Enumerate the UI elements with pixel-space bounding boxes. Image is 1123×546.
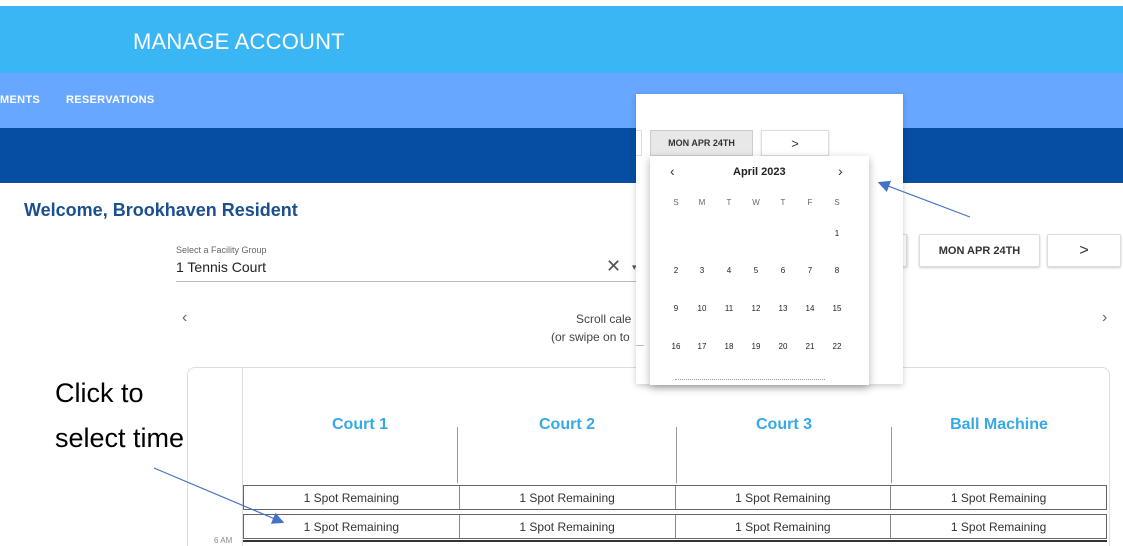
calendar-day[interactable]: 14 (800, 304, 820, 313)
time-label: 6 AM (214, 536, 233, 545)
calendar-day[interactable]: 17 (692, 342, 712, 351)
calendar-weekday-label: F (807, 198, 813, 207)
time-slot-cell[interactable]: 1 Spot Remaining (676, 486, 892, 509)
court-header-3: Court 3 (756, 416, 812, 433)
court-header-2: Court 2 (539, 416, 595, 433)
popup-next-button[interactable]: > (761, 130, 829, 156)
time-slot-cell[interactable]: 1 Spot Remaining (891, 515, 1106, 538)
calendar-day[interactable]: 13 (773, 304, 793, 313)
calendar-day[interactable]: 10 (692, 304, 712, 313)
popup-date-button[interactable]: MON APR 24TH (650, 130, 753, 156)
facility-select-underline (176, 281, 642, 282)
calendar-day[interactable]: 22 (827, 342, 847, 351)
next-date-button[interactable]: > (1047, 234, 1121, 267)
nav-bar: MENTS RESERVATIONS (0, 73, 1123, 128)
nav-item-payments[interactable]: MENTS (0, 94, 40, 106)
calendar-day[interactable]: 4 (719, 266, 739, 275)
nav-item-reservations[interactable]: RESERVATIONS (66, 94, 155, 106)
calendar-weekday-label: M (698, 198, 706, 207)
popup-prev-stub (636, 130, 642, 156)
annotation-text-line1: Click to (55, 378, 144, 408)
time-slot-cell[interactable]: 1 Spot Remaining (891, 486, 1106, 509)
calendar-weekday-label: S (673, 198, 679, 207)
calendar-day[interactable]: 19 (746, 342, 766, 351)
court-header-1: Court 1 (332, 416, 388, 433)
column-divider (676, 427, 677, 483)
scroll-left-icon[interactable]: ‹ (182, 309, 187, 327)
time-slot-cell[interactable]: 1 Spot Remaining (244, 486, 460, 509)
calendar-day[interactable]: 3 (692, 266, 712, 275)
scroll-right-icon[interactable]: › (1102, 309, 1107, 327)
calendar-day[interactable]: 12 (746, 304, 766, 313)
calendar-weekday-label: T (780, 198, 786, 207)
calendar-day[interactable]: 20 (773, 342, 793, 351)
annotation-text-line2: select time (55, 423, 185, 453)
calendar-day[interactable]: 6 (773, 266, 793, 275)
court-header-ball-machine: Ball Machine (950, 416, 1048, 433)
app-title: MANAGE ACCOUNT (133, 29, 345, 54)
table-row: 1 Spot Remaining 1 Spot Remaining 1 Spot… (243, 514, 1107, 539)
calendar-day[interactable]: 21 (800, 342, 820, 351)
calendar-prev-month-icon[interactable]: ‹ (670, 163, 675, 179)
calendar-partial-row (675, 379, 825, 385)
scroll-hint-line1: Scroll cale (576, 312, 632, 326)
top-bar: MANAGE ACCOUNT (0, 6, 1123, 73)
calendar-day[interactable]: 9 (666, 304, 686, 313)
calendar-day[interactable]: 8 (827, 266, 847, 275)
banner-band (0, 128, 1123, 183)
calendar-weekday-label: S (834, 198, 840, 207)
column-divider (891, 427, 892, 483)
time-slot-cell[interactable]: 1 Spot Remaining (244, 515, 460, 538)
calendar-next-month-icon[interactable]: › (838, 163, 843, 179)
calendar-day[interactable]: 2 (666, 266, 686, 275)
calendar-day[interactable]: 5 (746, 266, 766, 275)
calendar-day[interactable]: 16 (666, 342, 686, 351)
column-divider (457, 427, 458, 483)
calendar-day[interactable]: 18 (719, 342, 739, 351)
time-slot-cell[interactable]: 1 Spot Remaining (460, 486, 676, 509)
welcome-heading: Welcome, Brookhaven Resident (24, 200, 298, 220)
popup-edge (636, 345, 644, 371)
table-row: 1 Spot Remaining 1 Spot Remaining 1 Spot… (243, 485, 1107, 510)
close-icon[interactable]: ✕ (606, 256, 621, 277)
calendar-day[interactable]: 7 (800, 266, 820, 275)
calendar-day[interactable]: 1 (827, 229, 847, 238)
calendar-weekday-label: T (726, 198, 732, 207)
calendar-day[interactable]: 15 (827, 304, 847, 313)
time-slot-cell[interactable]: 1 Spot Remaining (460, 515, 676, 538)
row-divider (243, 540, 1107, 542)
time-slot-cell[interactable]: 1 Spot Remaining (676, 515, 892, 538)
calendar-month-title: April 2023 (733, 166, 786, 178)
facility-select-label: Select a Facility Group (176, 245, 267, 255)
calendar-weekday-label: W (752, 198, 760, 207)
facility-select-value[interactable]: 1 Tennis Court (176, 259, 266, 275)
calendar-day[interactable]: 11 (719, 304, 739, 313)
date-picker-button[interactable]: MON APR 24TH (919, 234, 1040, 267)
scroll-hint-line2: (or swipe on to (551, 330, 630, 344)
chevron-right-icon: > (1079, 241, 1089, 259)
chevron-right-icon: > (791, 135, 799, 151)
